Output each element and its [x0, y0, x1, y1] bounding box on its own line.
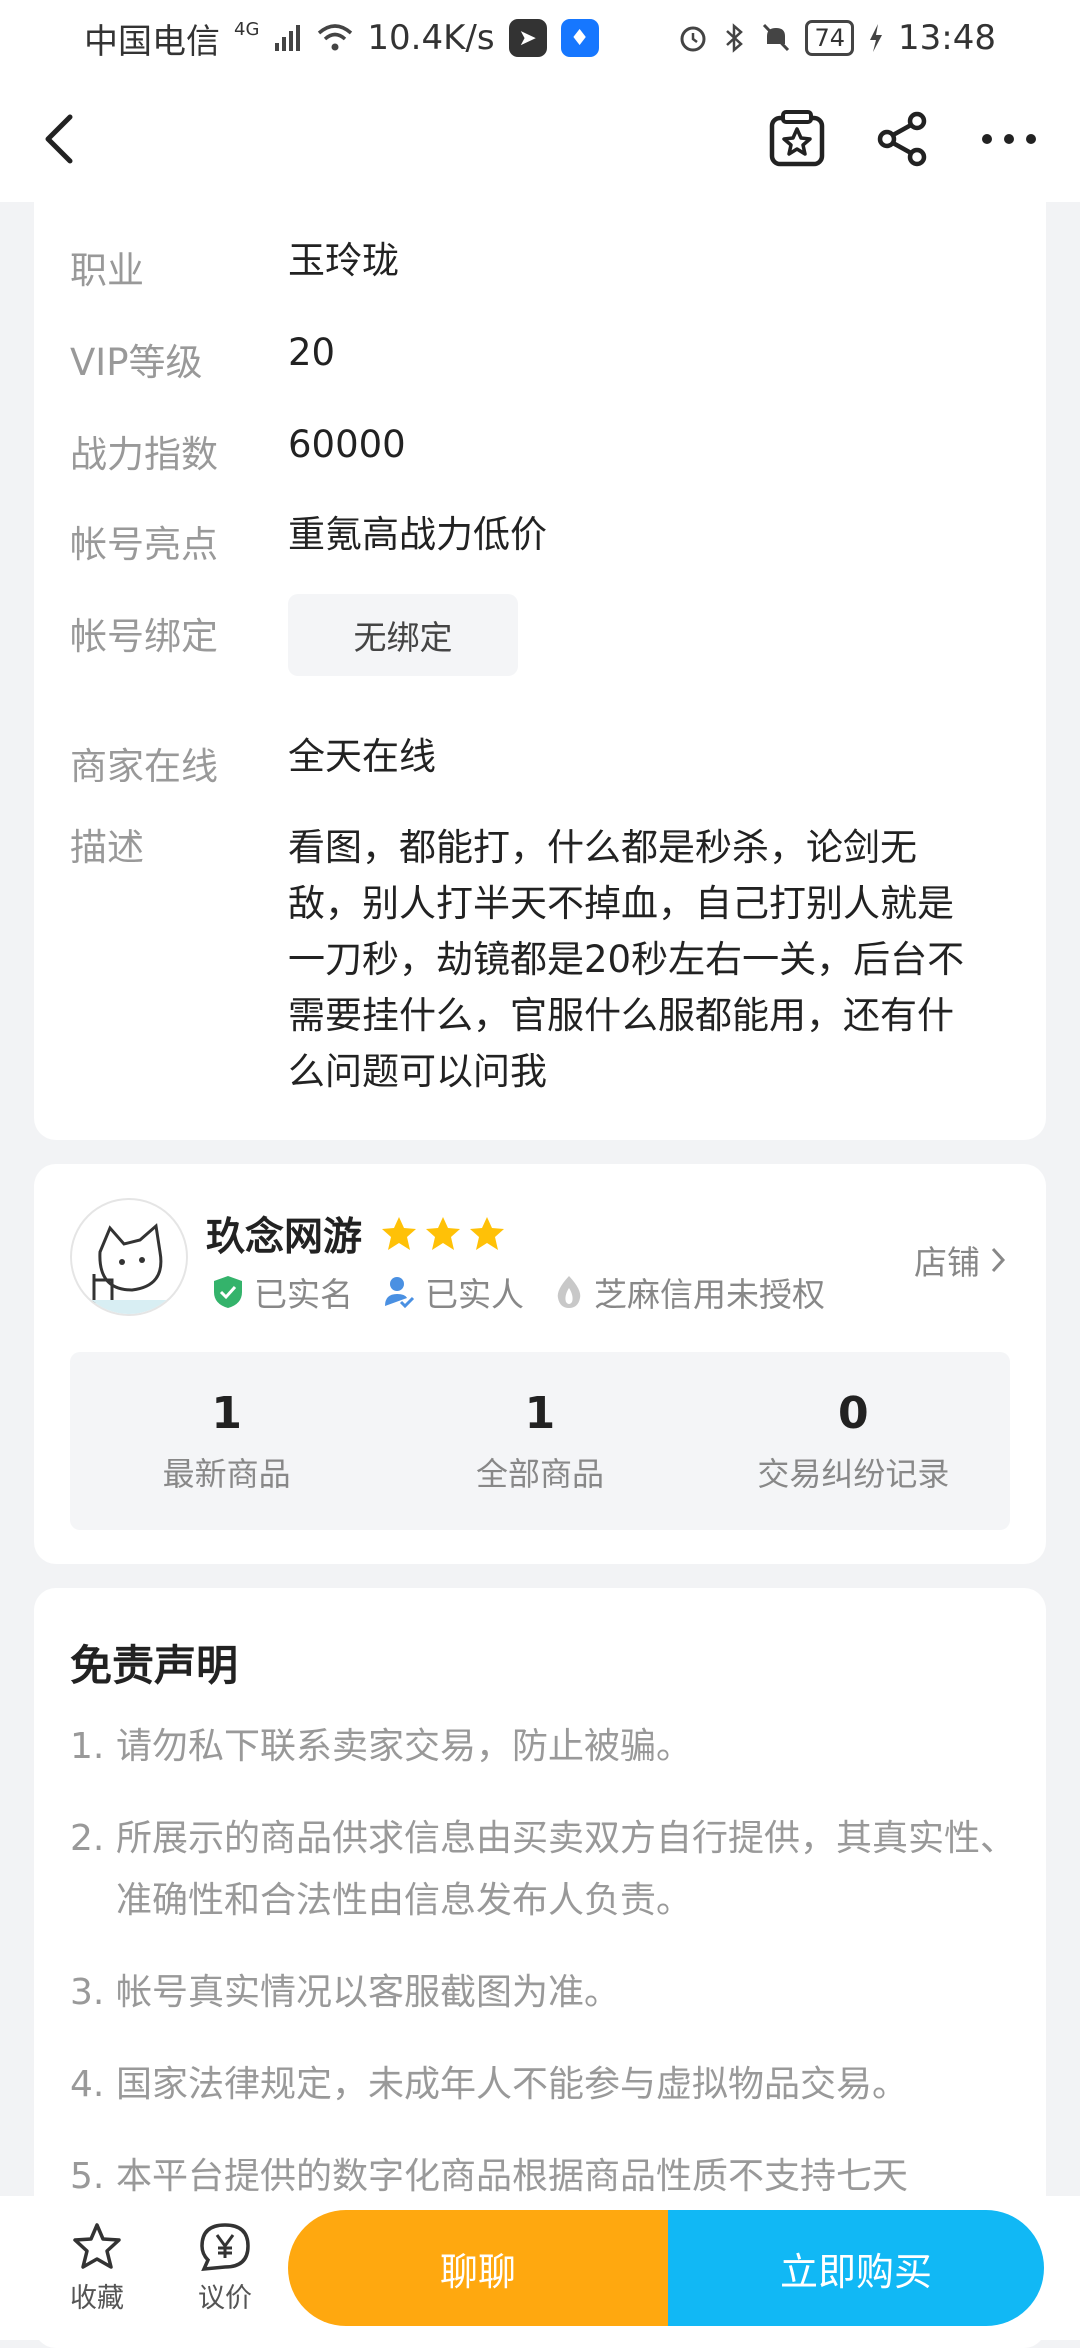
battery-icon: 74 — [805, 20, 855, 56]
item-number: 4. — [70, 2064, 105, 2105]
item-number: 1. — [70, 1726, 105, 1767]
share-button[interactable] — [872, 108, 934, 170]
item-text: 帐号真实情况以客服截图为准。 — [116, 1972, 621, 2013]
shop-stats: 1 最新商品 1 全部商品 0 交易纠纷记录 — [70, 1352, 1010, 1530]
bluetooth-icon — [723, 22, 747, 54]
shop-link-label: 店铺 — [914, 1243, 980, 1282]
badge-label: 芝麻信用未授权 — [594, 1275, 825, 1314]
shop-card: 玖念网游 已实名 已实人 芝麻信用未授权 店铺 1 最新商品 1 全部商品 0 … — [34, 1164, 1046, 1564]
info-row-vip: VIP等级 20 — [70, 332, 1010, 386]
battery-level: 74 — [814, 24, 846, 52]
info-row-profession: 职业 玉玲珑 — [70, 240, 1010, 294]
shop-name-row: 玖念网游 — [206, 1206, 506, 1262]
item-text: 所展示的商品供求信息由买卖双方自行提供，其真实性、准确性和合法性由信息发布人负责… — [116, 1818, 1017, 1921]
bargain-yen-icon — [200, 2222, 250, 2271]
person-verified-icon — [385, 1277, 415, 1309]
stat-label: 全部商品 — [475, 1454, 604, 1493]
info-label: VIP等级 — [70, 341, 203, 384]
info-label: 商家在线 — [70, 745, 218, 788]
verified-shield-icon — [214, 1276, 242, 1308]
stat-value: 1 — [524, 1387, 556, 1439]
back-icon — [45, 114, 73, 164]
badge-sesame-credit: 芝麻信用未授权 — [554, 1268, 825, 1316]
binding-tag: 无绑定 — [288, 594, 518, 676]
info-row-binding: 帐号绑定 无绑定 — [70, 594, 1010, 676]
disclaimer-item: 2. 所展示的商品供求信息由买卖双方自行提供，其真实性、准确性和合法性由信息发布… — [70, 1808, 1016, 1932]
stat-label: 最新商品 — [162, 1454, 291, 1493]
info-label: 战力指数 — [70, 433, 218, 476]
network-speed: 10.4K/s — [367, 18, 495, 58]
signal-icon — [273, 23, 303, 53]
mute-icon — [761, 22, 791, 54]
item-text: 国家法律规定，未成年人不能参与虚拟物品交易。 — [116, 2064, 909, 2105]
stat-disputes[interactable]: 0 交易纠纷记录 — [697, 1352, 1010, 1530]
disclaimer-item: 3. 帐号真实情况以客服截图为准。 — [70, 1962, 1016, 2024]
shop-badges: 已实名 已实人 芝麻信用未授权 — [212, 1268, 825, 1316]
charging-icon — [868, 23, 884, 53]
info-value: 玉玲珑 — [288, 239, 399, 282]
info-row-description: 描述 看图，都能打，什么都是秒杀，论剑无敌，别人打半天不掉血，自己打别人就是一刀… — [70, 820, 1010, 1100]
wifi-icon — [317, 23, 353, 53]
stat-value: 0 — [838, 1387, 869, 1439]
bulb-notification-icon: ♦ — [560, 19, 599, 57]
disclaimer-item: 1. 请勿私下联系卖家交易，防止被骗。 — [70, 1716, 1016, 1778]
chat-button[interactable]: 聊聊 — [288, 2210, 668, 2326]
shop-name: 玖念网游 — [206, 1215, 363, 1260]
info-value: 20 — [288, 331, 336, 374]
app-notification-icon: ➤ — [508, 19, 547, 57]
shop-rating-stars — [380, 1215, 506, 1253]
favorite-star-icon — [769, 110, 825, 167]
disclaimer-item: 4. 国家法律规定，未成年人不能参与虚拟物品交易。 — [70, 2054, 1016, 2116]
star-outline-icon — [73, 2222, 121, 2269]
info-row-online: 商家在线 全天在线 — [70, 736, 1010, 790]
info-value: 60000 — [288, 423, 406, 466]
chevron-right-icon — [991, 1247, 1006, 1273]
badge-label: 已实名 — [254, 1275, 353, 1314]
back-button[interactable] — [40, 104, 110, 174]
star-icon — [382, 1217, 417, 1250]
alarm-icon — [677, 22, 709, 54]
badge-label: 已实人 — [425, 1275, 524, 1314]
clock: 13:48 — [898, 18, 996, 58]
bottom-action-bar: 收藏 议价 聊聊 立即购买 — [0, 2196, 1080, 2340]
info-value: 全天在线 — [288, 735, 436, 778]
network-type: 4G — [234, 18, 260, 40]
info-label: 职业 — [70, 249, 144, 292]
more-button[interactable] — [978, 108, 1040, 170]
item-text: 请勿私下联系卖家交易，防止被骗。 — [116, 1726, 693, 1767]
description-text: 看图，都能打，什么都是秒杀，论剑无敌，别人打半天不掉血，自己打别人就是一刀秒，劫… — [288, 826, 965, 1093]
account-info-card: 职业 玉玲珑 VIP等级 20 战力指数 60000 帐号亮点 重氪高战力低价 … — [34, 180, 1046, 1140]
badge-real-name: 已实名 — [212, 1268, 353, 1316]
favorite-label: 收藏 — [70, 2282, 124, 2314]
buy-now-button[interactable]: 立即购买 — [668, 2210, 1044, 2326]
stat-value: 1 — [211, 1387, 242, 1439]
shop-link[interactable]: 店铺 — [914, 1236, 1006, 1284]
badge-real-person: 已实人 — [383, 1268, 524, 1316]
stat-label: 交易纠纷记录 — [757, 1454, 950, 1493]
favorite-button[interactable] — [766, 108, 828, 170]
star-icon — [426, 1217, 461, 1250]
bargain-label: 议价 — [198, 2282, 252, 2314]
disclaimer-title: 免责声明 — [70, 1641, 239, 1690]
share-icon — [877, 111, 927, 167]
star-icon — [470, 1217, 505, 1250]
info-label: 描述 — [70, 826, 144, 869]
info-row-highlight: 帐号亮点 重氪高战力低价 — [70, 514, 1010, 568]
sesame-credit-icon — [557, 1276, 581, 1308]
stat-new-items[interactable]: 1 最新商品 — [70, 1352, 383, 1530]
bargain-button[interactable]: 议价 — [194, 2222, 256, 2315]
item-number: 2. — [70, 1818, 105, 1859]
info-row-power: 战力指数 60000 — [70, 424, 1010, 478]
info-label: 帐号亮点 — [70, 523, 218, 566]
info-value: 重氪高战力低价 — [288, 513, 547, 556]
favorite-tab-button[interactable]: 收藏 — [66, 2222, 128, 2315]
shop-avatar[interactable] — [70, 1198, 188, 1316]
carrier-label: 中国电信 — [84, 21, 220, 62]
info-label: 帐号绑定 — [70, 615, 218, 658]
item-number: 3. — [70, 1972, 105, 2013]
stat-all-items[interactable]: 1 全部商品 — [383, 1352, 696, 1530]
more-icon — [982, 134, 1036, 144]
status-bar: 中国电信 4G 10.4K/s ➤ ♦ 74 13:48 — [0, 0, 1080, 76]
